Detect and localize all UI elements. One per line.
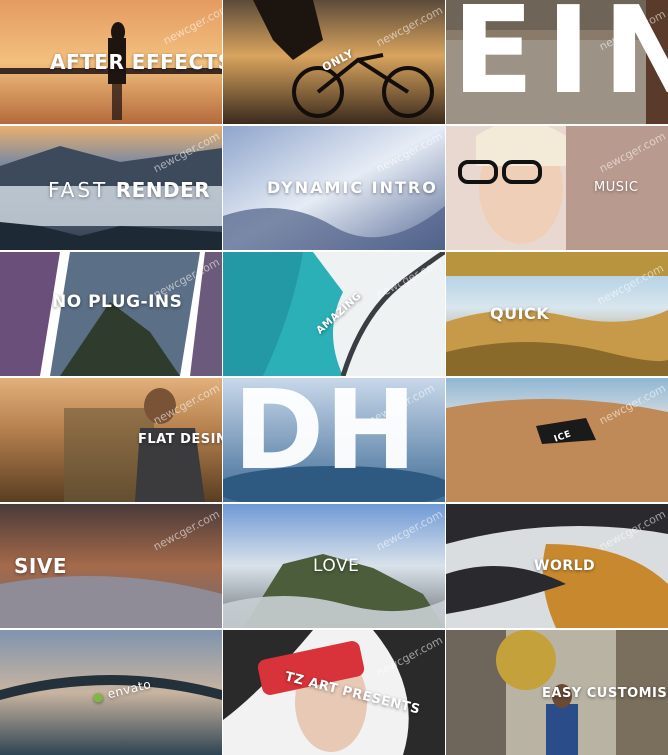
tile-sive[interactable]: SIVE newcger.com <box>0 504 222 628</box>
tile-caption-light: FAST <box>48 178 109 202</box>
tile-tz-art-presents[interactable]: TZ ART PRESENTS newcger.com <box>223 630 445 755</box>
tile-caption: DH <box>233 378 418 494</box>
tile-caption-bold: RENDER <box>115 178 211 202</box>
tile-caption: WORLD <box>534 558 596 574</box>
tile-no-plug-ins[interactable]: NO PLUG-INS newcger.com <box>0 252 222 376</box>
hills-image <box>446 252 668 376</box>
tile-after-effects[interactable]: AFTER EFFECTS newcger.com <box>0 0 222 124</box>
tile-ein[interactable]: EIN newcger.com <box>446 0 668 124</box>
tile-caption: EASY CUSTOMISE <box>542 686 668 701</box>
tile-world[interactable]: WORLD newcger.com <box>446 504 668 628</box>
tile-flat-desing[interactable]: FLAT DESING newcger.com <box>0 378 222 502</box>
tile-caption: LOVE <box>313 556 360 576</box>
tile-caption: EIN <box>452 0 668 121</box>
tile-caption: AFTER EFFECTS <box>50 50 222 74</box>
tile-dh[interactable]: DH newcger.com <box>223 378 445 502</box>
tile-music[interactable]: MUSIC newcger.com <box>446 126 668 250</box>
tile-caption: FLAT DESING <box>138 432 222 447</box>
tile-love[interactable]: LOVE newcger.com <box>223 504 445 628</box>
tile-easy-customise[interactable]: EASY CUSTOMISE <box>446 630 668 755</box>
tile-quick[interactable]: QUICK newcger.com <box>446 252 668 376</box>
tile-caption: MUSIC <box>594 180 639 195</box>
tile-ice[interactable]: ICE newcger.com <box>446 378 668 502</box>
tile-only[interactable]: ONLY newcger.com <box>223 0 445 124</box>
rocky-peaks-image <box>0 252 222 376</box>
tile-caption: FAST RENDER <box>48 178 210 202</box>
tile-caption: QUICK <box>490 304 550 323</box>
tile-caption: SIVE <box>14 554 67 578</box>
tile-dynamic-intro[interactable]: DYNAMIC INTRO newcger.com <box>223 126 445 250</box>
tile-caption: NO PLUG-INS <box>52 292 183 312</box>
tile-fast-render[interactable]: FAST RENDER newcger.com <box>0 126 222 250</box>
tile-amazing[interactable]: AMAZING newcger.com <box>223 252 445 376</box>
tile-envato[interactable]: ● envato <box>0 630 222 755</box>
preview-grid: AFTER EFFECTS newcger.com ONLY newcger.c… <box>0 0 668 755</box>
tile-caption: DYNAMIC INTRO <box>267 178 438 197</box>
leaf-icon: ● <box>91 688 106 706</box>
